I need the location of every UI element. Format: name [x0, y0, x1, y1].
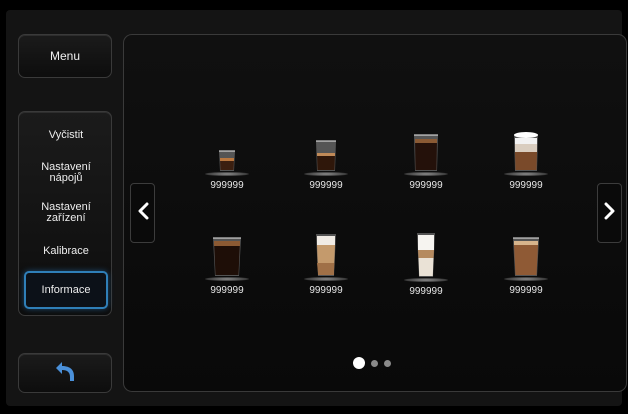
drink-count: 999999: [509, 180, 543, 191]
chevron-left-icon: [137, 202, 149, 225]
sidebar-item-label: Nastavení nápojů: [41, 161, 91, 184]
main-panel: 999999 999999 999999 999999 999999 99999…: [123, 34, 627, 392]
drink-counter-tile[interactable]: 999999: [296, 127, 356, 191]
drink-count: 999999: [509, 285, 543, 296]
sidebar-item-vycistit[interactable]: Vyčistit: [24, 124, 108, 146]
drink-count: 999999: [309, 180, 343, 191]
latte-macchiato-glass-icon: [416, 232, 436, 278]
coffee-glass-icon: [413, 127, 439, 172]
drink-counter-tile[interactable]: 999999: [496, 127, 556, 191]
drink-counter-tile[interactable]: 999999: [396, 127, 456, 191]
drink-counter-tile[interactable]: 999999: [197, 232, 257, 296]
sidebar-item-nastaveni-napoju[interactable]: Nastavení nápojů: [24, 160, 108, 186]
drink-count: 999999: [409, 180, 443, 191]
espresso-glass-icon: [218, 127, 236, 172]
sidebar-item-label: Nastavení zařízení: [41, 201, 91, 224]
americano-glass-icon: [212, 232, 242, 277]
chevron-right-icon: [604, 202, 616, 225]
cappuccino-glass-icon: [512, 127, 540, 172]
menu-button[interactable]: Menu: [18, 34, 112, 78]
drink-count: 999999: [409, 286, 443, 297]
drink-count: 999999: [210, 285, 244, 296]
back-button[interactable]: [18, 353, 112, 393]
sidebar-item-informace[interactable]: Informace: [24, 271, 108, 309]
latte-glass-icon: [315, 232, 337, 277]
sidebar-item-kalibrace[interactable]: Kalibrace: [24, 240, 108, 262]
next-page-button[interactable]: [597, 183, 622, 243]
flat-white-glass-icon: [512, 232, 540, 277]
drink-count: 999999: [309, 285, 343, 296]
page-dot[interactable]: [384, 359, 391, 367]
page-indicator: [353, 357, 391, 369]
sidebar-item-label: Kalibrace: [43, 244, 89, 257]
small-coffee-glass-icon: [315, 127, 337, 172]
menu-button-label: Menu: [49, 49, 81, 63]
drink-count: 999999: [210, 180, 244, 191]
sidebar-item-nastaveni-zarizeni[interactable]: Nastavení zařízení: [24, 200, 108, 226]
drink-counter-tile[interactable]: 999999: [296, 232, 356, 296]
sidebar-item-label: Informace: [41, 283, 91, 296]
sidebar-item-label: Vyčistit: [48, 128, 84, 141]
drink-counter-tile[interactable]: 999999: [396, 232, 456, 297]
undo-arrow-icon: [54, 359, 76, 388]
sidebar-panel: Vyčistit Nastavení nápojů Nastavení zaří…: [18, 111, 112, 316]
previous-page-button[interactable]: [130, 183, 155, 243]
page-dot[interactable]: [371, 359, 378, 367]
drink-counter-tile[interactable]: 999999: [496, 232, 556, 296]
drink-counter-tile[interactable]: 999999: [197, 127, 257, 191]
page-dot-active[interactable]: [353, 357, 365, 369]
